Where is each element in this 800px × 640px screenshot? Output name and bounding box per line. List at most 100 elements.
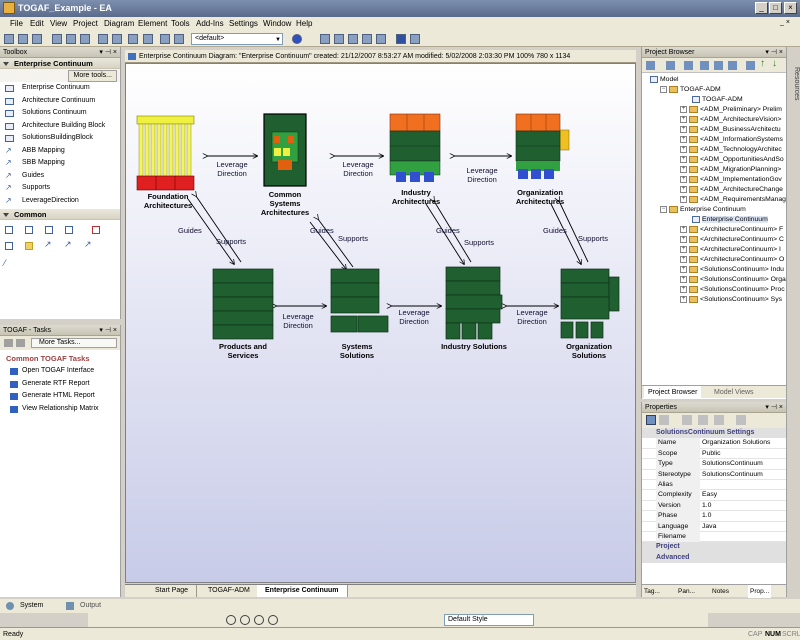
move-up-icon[interactable]: ↑	[760, 58, 765, 69]
tree-node[interactable]: + <ADM_ImplementationGov	[642, 175, 786, 185]
view-select[interactable]: <default> ▼	[191, 33, 283, 45]
text-icon[interactable]	[25, 226, 33, 234]
new-diagram-icon[interactable]	[666, 61, 675, 70]
tab-togaf-adm[interactable]: TOGAF-ADM	[200, 585, 259, 597]
toolbox-item[interactable]: ↗ Guides	[0, 170, 120, 183]
tree-node[interactable]: + <ADM_BusinessArchitectu	[642, 125, 786, 135]
report-icon[interactable]	[728, 61, 737, 70]
issue-icon[interactable]	[92, 226, 100, 234]
panel-pin-close-icon[interactable]: ▾ ⊣ ×	[99, 325, 117, 336]
toolbox-item[interactable]: Architecture Continuum	[0, 95, 120, 108]
property-row[interactable]: Filename	[642, 531, 786, 543]
folder-icon[interactable]	[700, 61, 709, 70]
tree-node[interactable]: + <ADM_MigrationPlanning>	[642, 165, 786, 175]
new-element-icon[interactable]	[684, 61, 693, 70]
property-row[interactable]: Phase 1.0	[642, 511, 786, 522]
collapse-icon[interactable]: −	[660, 85, 667, 93]
toolbox-section-enterprise[interactable]: Enterprise Continuum	[0, 58, 120, 69]
node-industry-solutions[interactable]	[445, 266, 503, 340]
note-icon[interactable]	[5, 226, 13, 234]
bold-icon[interactable]	[362, 34, 372, 44]
connector-arrow-icon[interactable]: ↗	[84, 239, 92, 250]
home-icon[interactable]	[4, 339, 13, 347]
tree-node[interactable]: + <ArchitectureContinuum> F	[642, 225, 786, 235]
panel-pin-close-icon[interactable]: ▾ ⊣ ×	[765, 47, 783, 58]
maximize-button[interactable]: □	[769, 2, 782, 14]
toolbox-item[interactable]: Enterprise Continuum	[0, 82, 120, 95]
redo-icon[interactable]	[112, 34, 122, 44]
menu-diagram[interactable]: Diagram	[104, 19, 134, 28]
task-item[interactable]: Generate RTF Report	[0, 378, 120, 391]
task-item[interactable]: Open TOGAF Interface	[0, 365, 120, 378]
tab-enterprise-continuum[interactable]: Enterprise Continuum	[257, 585, 348, 597]
toolbox-item[interactable]: ↗ ABB Mapping	[0, 145, 120, 158]
tab-system[interactable]: System	[20, 602, 43, 609]
tab-resources[interactable]: Resources	[788, 67, 800, 115]
property-value[interactable]: Organization Solutions	[702, 438, 770, 448]
property-value[interactable]: Public	[702, 449, 721, 459]
expand-icon[interactable]: +	[680, 115, 687, 123]
node-organization-solutions[interactable]	[560, 268, 620, 339]
expand-icon[interactable]: +	[680, 145, 687, 153]
delete-icon[interactable]	[128, 34, 138, 44]
tree-node[interactable]: + <ArchitectureContinuum> O	[642, 255, 786, 265]
tree-node[interactable]: − TOGAF-ADM	[642, 85, 786, 95]
style-select[interactable]: Default Style	[444, 614, 534, 626]
property-icon[interactable]	[682, 415, 692, 425]
connector-arrow-icon[interactable]: ↗	[64, 239, 72, 250]
expand-icon[interactable]: +	[680, 295, 687, 303]
copy-icon[interactable]	[66, 34, 76, 44]
boundary-icon[interactable]	[45, 226, 53, 234]
tab-output[interactable]: Output	[80, 602, 101, 609]
expand-icon[interactable]: +	[680, 185, 687, 193]
hierarchy-icon[interactable]	[376, 34, 386, 44]
expand-icon[interactable]: +	[680, 235, 687, 243]
tab-tagged-values[interactable]: Tag...	[644, 585, 660, 598]
menu-help[interactable]: Help	[296, 19, 312, 28]
expand-icon[interactable]: +	[680, 135, 687, 143]
tab-pan-zoom[interactable]: Pan...	[678, 585, 695, 598]
expand-icon[interactable]: +	[680, 165, 687, 173]
find-icon[interactable]	[160, 34, 170, 44]
expand-icon[interactable]: +	[680, 285, 687, 293]
layout-icon[interactable]	[320, 34, 330, 44]
toolbox-item[interactable]: SolutionsBuildingBlock	[0, 132, 120, 145]
tab-project-browser[interactable]: Project Browser	[644, 386, 702, 399]
undo-icon[interactable]	[98, 34, 108, 44]
toolbox-item[interactable]: Architecture Building Block	[0, 120, 120, 133]
tree-node[interactable]: + <SolutionsContinuum> Sys	[642, 295, 786, 305]
more-tools-button[interactable]: More tools...	[68, 70, 117, 82]
layout-icon[interactable]	[334, 34, 344, 44]
hyperlink-icon[interactable]	[5, 242, 13, 250]
toolbox-section-common[interactable]: Common	[0, 209, 120, 220]
menu-view[interactable]: View	[50, 19, 67, 28]
paste-icon[interactable]	[80, 34, 90, 44]
tab-notes[interactable]: Notes	[712, 585, 729, 598]
tree-node[interactable]: + <SolutionsContinuum> Proc	[642, 285, 786, 295]
node-common-systems-architectures[interactable]	[263, 113, 307, 187]
node-systems-solutions[interactable]	[330, 268, 389, 333]
expand-icon[interactable]: +	[680, 225, 687, 233]
properties-category-project[interactable]: Project	[642, 542, 786, 553]
zoom-in-icon[interactable]	[226, 615, 236, 625]
zoom-100-icon[interactable]	[268, 615, 278, 625]
close-button[interactable]: ×	[784, 2, 797, 14]
menu-edit[interactable]: Edit	[30, 19, 44, 28]
properties-section[interactable]: SolutionsContinuum Settings	[642, 428, 786, 439]
tree-node[interactable]: Model	[642, 75, 786, 85]
tree-node[interactable]: TOGAF-ADM	[642, 95, 786, 105]
tree-node[interactable]: + <ADM_OpportunitiesAndSo	[642, 155, 786, 165]
tree-node[interactable]: + <SolutionsContinuum> Indu	[642, 265, 786, 275]
property-row[interactable]: Version 1.0	[642, 500, 786, 512]
property-value[interactable]: SolutionsContinuum	[702, 470, 763, 480]
new-package-icon[interactable]	[646, 61, 655, 70]
tree-node[interactable]: + <ArchitectureContinuum> C	[642, 235, 786, 245]
tab-start-page[interactable]: Start Page	[147, 585, 198, 597]
font-icon[interactable]	[348, 34, 358, 44]
back-icon[interactable]	[16, 339, 25, 347]
menu-element[interactable]: Element	[138, 19, 167, 28]
property-icon[interactable]	[714, 415, 724, 425]
save-icon[interactable]	[32, 34, 42, 44]
zoom-fit-icon[interactable]	[254, 615, 264, 625]
properties-category-advanced[interactable]: Advanced	[642, 552, 786, 564]
